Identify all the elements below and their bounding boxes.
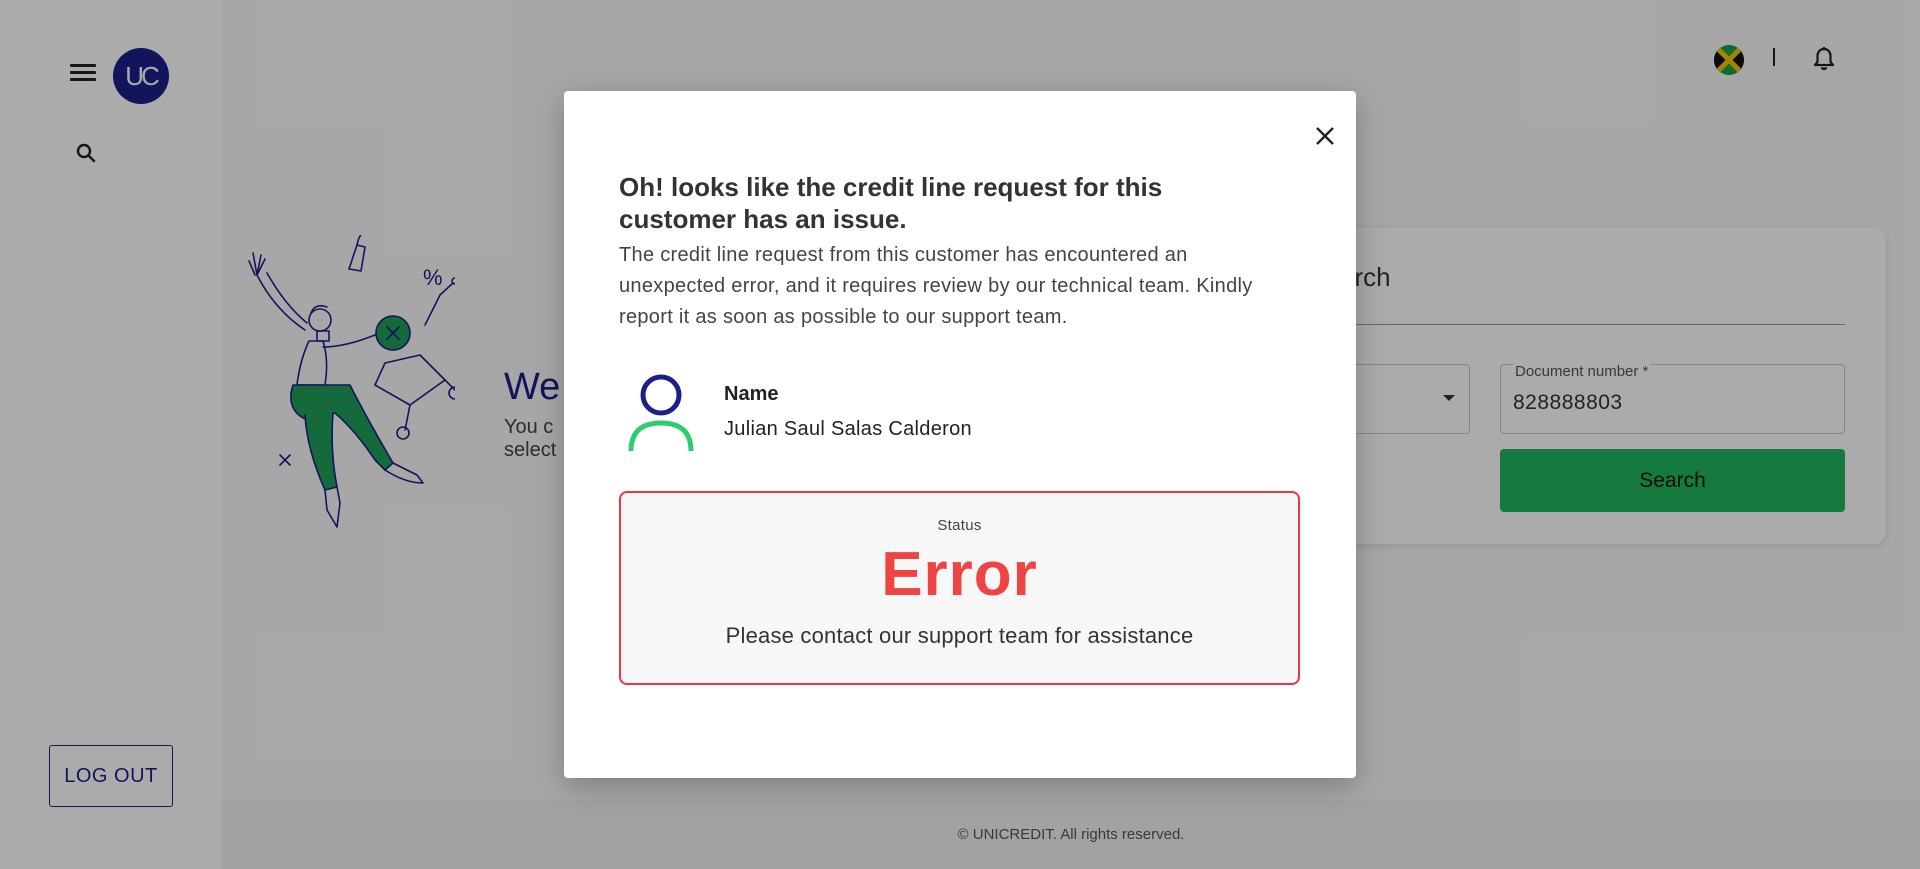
error-modal: Oh! looks like the credit line request f… [564, 91, 1356, 778]
modal-title: Oh! looks like the credit line request f… [619, 172, 1163, 234]
customer-name-label: Name [724, 383, 779, 405]
customer-name-value: Julian Saul Salas Calderon [724, 418, 972, 440]
close-icon[interactable] [1308, 119, 1342, 153]
user-icon [626, 373, 696, 453]
modal-description: The credit line request from this custom… [619, 244, 1253, 328]
status-box: Status Error Please contact our support … [619, 491, 1300, 685]
status-value: Error [881, 540, 1038, 609]
status-message: Please contact our support team for assi… [725, 623, 1194, 648]
status-label: Status [937, 517, 982, 534]
